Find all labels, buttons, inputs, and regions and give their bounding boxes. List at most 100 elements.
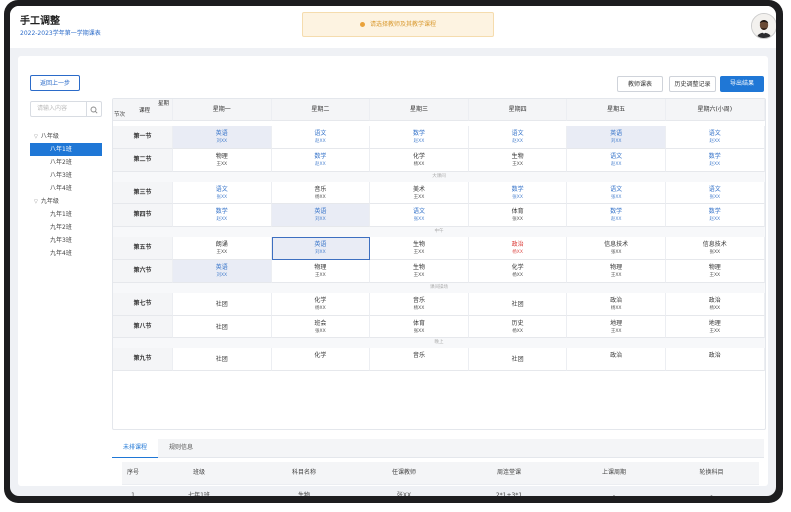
timetable-cell[interactable]: 生物 王XX — [370, 237, 469, 260]
timetable-cell[interactable]: 英语 刘XX — [271, 204, 371, 228]
timetable-cell[interactable]: 语文 赵XX — [271, 126, 371, 149]
cell-subject: 物理 — [215, 152, 228, 160]
timetable-cell[interactable]: 政治 杨XX — [666, 292, 765, 316]
timetable-cell[interactable]: 数学 赵XX — [173, 204, 272, 228]
timetable-cell[interactable]: 政治 — [666, 348, 765, 372]
cell-subject: 地理 — [708, 319, 721, 327]
cell-subject: 化学 — [412, 152, 425, 160]
timetable-cell[interactable]: 音乐 杨XX — [370, 292, 469, 316]
table-cell: 班级 — [192, 469, 205, 476]
teacher-schedule-button[interactable]: 教师课表 — [617, 76, 663, 92]
timetable-cell[interactable]: 物理 王XX — [567, 260, 666, 283]
timetable-cell[interactable]: 社团 — [468, 292, 568, 316]
timetable-cell[interactable]: 语文 张XX — [567, 181, 666, 205]
cell-subject: 音乐 — [412, 352, 425, 360]
timetable-cell[interactable]: 政治 杨XX — [567, 292, 666, 316]
cell-teacher: 王XX — [413, 273, 425, 278]
timetable-cell-selected[interactable]: 英语 刘XX — [271, 237, 371, 260]
timetable-cell[interactable]: 美术 王XX — [370, 181, 469, 205]
cell-subject: 英语 — [215, 130, 228, 137]
timetable-cell[interactable]: 社团 — [173, 348, 272, 372]
timetable-cell[interactable]: 英语 刘XX — [173, 260, 272, 283]
tree-item-label: 九年2班 — [50, 224, 72, 231]
export-button[interactable]: 导出结果 — [720, 76, 764, 92]
timetable-cell[interactable]: 语文 张XX — [173, 181, 272, 205]
caret-down-icon[interactable]: ▽ — [34, 131, 38, 144]
timetable-cell[interactable]: 数学 张XX — [468, 181, 568, 205]
back-button[interactable]: 返回上一步 — [30, 75, 80, 91]
timetable-cell[interactable]: 朗诵 王XX — [173, 237, 272, 260]
top-bar: 手工调整 2022-2023学年第一学期课表 请选择教师及其教学课程 — [10, 6, 776, 48]
table-row: 1 七年1班 生物 张XX 2*1+3*1 - - — [122, 485, 759, 496]
search-input[interactable]: 请输入内容 — [37, 102, 67, 116]
tree-item[interactable]: 八年1班 — [30, 143, 102, 156]
timetable-cell[interactable]: 语文 赵XX — [567, 148, 666, 172]
tree-item-label: 九年级 — [40, 198, 59, 205]
tree-item[interactable]: 九年1班 — [30, 208, 102, 221]
cell-teacher: 刘XX — [315, 217, 326, 223]
timetable-cell[interactable]: 化学 杨XX — [468, 260, 568, 283]
timetable-cell[interactable]: 数学 赵XX — [666, 204, 765, 228]
tab-rules[interactable]: 规则信息 — [158, 439, 204, 457]
timetable-cell[interactable]: 社团 — [173, 315, 272, 339]
timetable-cell[interactable]: 语文 张XX — [370, 204, 469, 228]
timetable-cell[interactable]: 数学 赵XX — [370, 126, 469, 149]
timetable-cell[interactable]: 生物 王XX — [468, 148, 568, 172]
cell-subject: 数学 — [412, 130, 425, 137]
tree-item[interactable]: 八年4班 — [30, 182, 102, 195]
timetable-cell[interactable]: 化学 — [271, 348, 371, 372]
timetable-cell[interactable]: 语文 赵XX — [468, 126, 568, 149]
tree-item[interactable]: 八年2班 — [30, 156, 102, 169]
avatar[interactable] — [751, 13, 776, 39]
tree-item[interactable]: 九年2班 — [30, 221, 102, 234]
cell-teacher: 杨XX — [413, 305, 425, 311]
cell-teacher: 杨XX — [512, 250, 523, 256]
tab-unscheduled[interactable]: 未排课程 — [112, 439, 158, 458]
page-title: 手工调整 — [20, 16, 60, 27]
cell-teacher: 张XX — [315, 328, 326, 334]
history-records-button[interactable]: 历史调整记录 — [669, 76, 716, 92]
app-window: 手工调整 2022-2023学年第一学期课表 请选择教师及其教学课程 返回上一步… — [10, 6, 776, 496]
timetable-cell[interactable]: 化学 杨XX — [271, 292, 371, 316]
timetable-cell[interactable]: 社团 — [173, 292, 272, 316]
timetable-cell[interactable]: 化学 杨XX — [370, 148, 469, 172]
timetable-cell[interactable]: 政治 杨XX — [468, 237, 568, 260]
timetable-cell[interactable]: 政治 — [567, 348, 666, 372]
timetable-cell[interactable]: 体育 张XX — [370, 315, 469, 339]
caret-down-icon[interactable]: ▽ — [34, 196, 38, 209]
cell-teacher: 王XX — [512, 161, 523, 167]
timetable-cell[interactable]: 物理 王XX — [271, 260, 371, 283]
cell-teacher: 张XX — [512, 217, 523, 223]
tree-item[interactable]: 九年3班 — [30, 234, 102, 247]
timetable-cell[interactable]: 数学 赵XX — [666, 148, 765, 172]
search-button[interactable] — [86, 102, 101, 116]
timetable-cell[interactable]: 信息技术 张XX — [666, 237, 765, 260]
timetable-cell[interactable]: 数学 赵XX — [567, 204, 666, 228]
cell-subject: 英语 — [610, 130, 623, 137]
timetable-cell[interactable]: 社团 — [468, 348, 568, 372]
timetable-cell[interactable]: 生物 王XX — [370, 260, 469, 283]
cell-subject: 社团 — [215, 356, 228, 364]
cell-subject: 政治 — [610, 296, 623, 304]
timetable-cell[interactable]: 历史 杨XX — [468, 315, 568, 339]
cell-teacher: 赵XX — [709, 217, 721, 223]
timetable-cell[interactable]: 英语 刘XX — [173, 126, 272, 149]
timetable-cell[interactable]: 英语 刘XX — [567, 126, 666, 149]
cell-subject: 美术 — [412, 185, 425, 193]
tree-group[interactable]: ▽ 八年级 — [30, 130, 102, 143]
timetable-cell[interactable]: 信息技术 张XX — [567, 237, 666, 260]
timetable-cell[interactable]: 物理 王XX — [666, 260, 765, 283]
timetable-cell[interactable]: 体育 张XX — [468, 204, 568, 228]
timetable-cell[interactable]: 语文 赵XX — [666, 126, 765, 149]
timetable-cell[interactable]: 物理 王XX — [173, 148, 272, 172]
timetable-cell[interactable]: 地理 王XX — [666, 315, 765, 339]
timetable-cell[interactable]: 地理 王XX — [567, 315, 666, 339]
tree-item[interactable]: 八年3班 — [30, 169, 102, 182]
timetable-cell[interactable]: 音乐 — [370, 348, 469, 372]
timetable-cell[interactable]: 语文 张XX — [666, 181, 765, 205]
timetable-cell[interactable]: 班会 张XX — [271, 315, 371, 339]
tree-item[interactable]: 九年4班 — [30, 247, 102, 260]
tree-group[interactable]: ▽ 九年级 — [30, 195, 102, 208]
timetable-cell[interactable]: 音乐 杨XX — [271, 181, 371, 205]
timetable-cell[interactable]: 数学 赵XX — [271, 148, 371, 172]
